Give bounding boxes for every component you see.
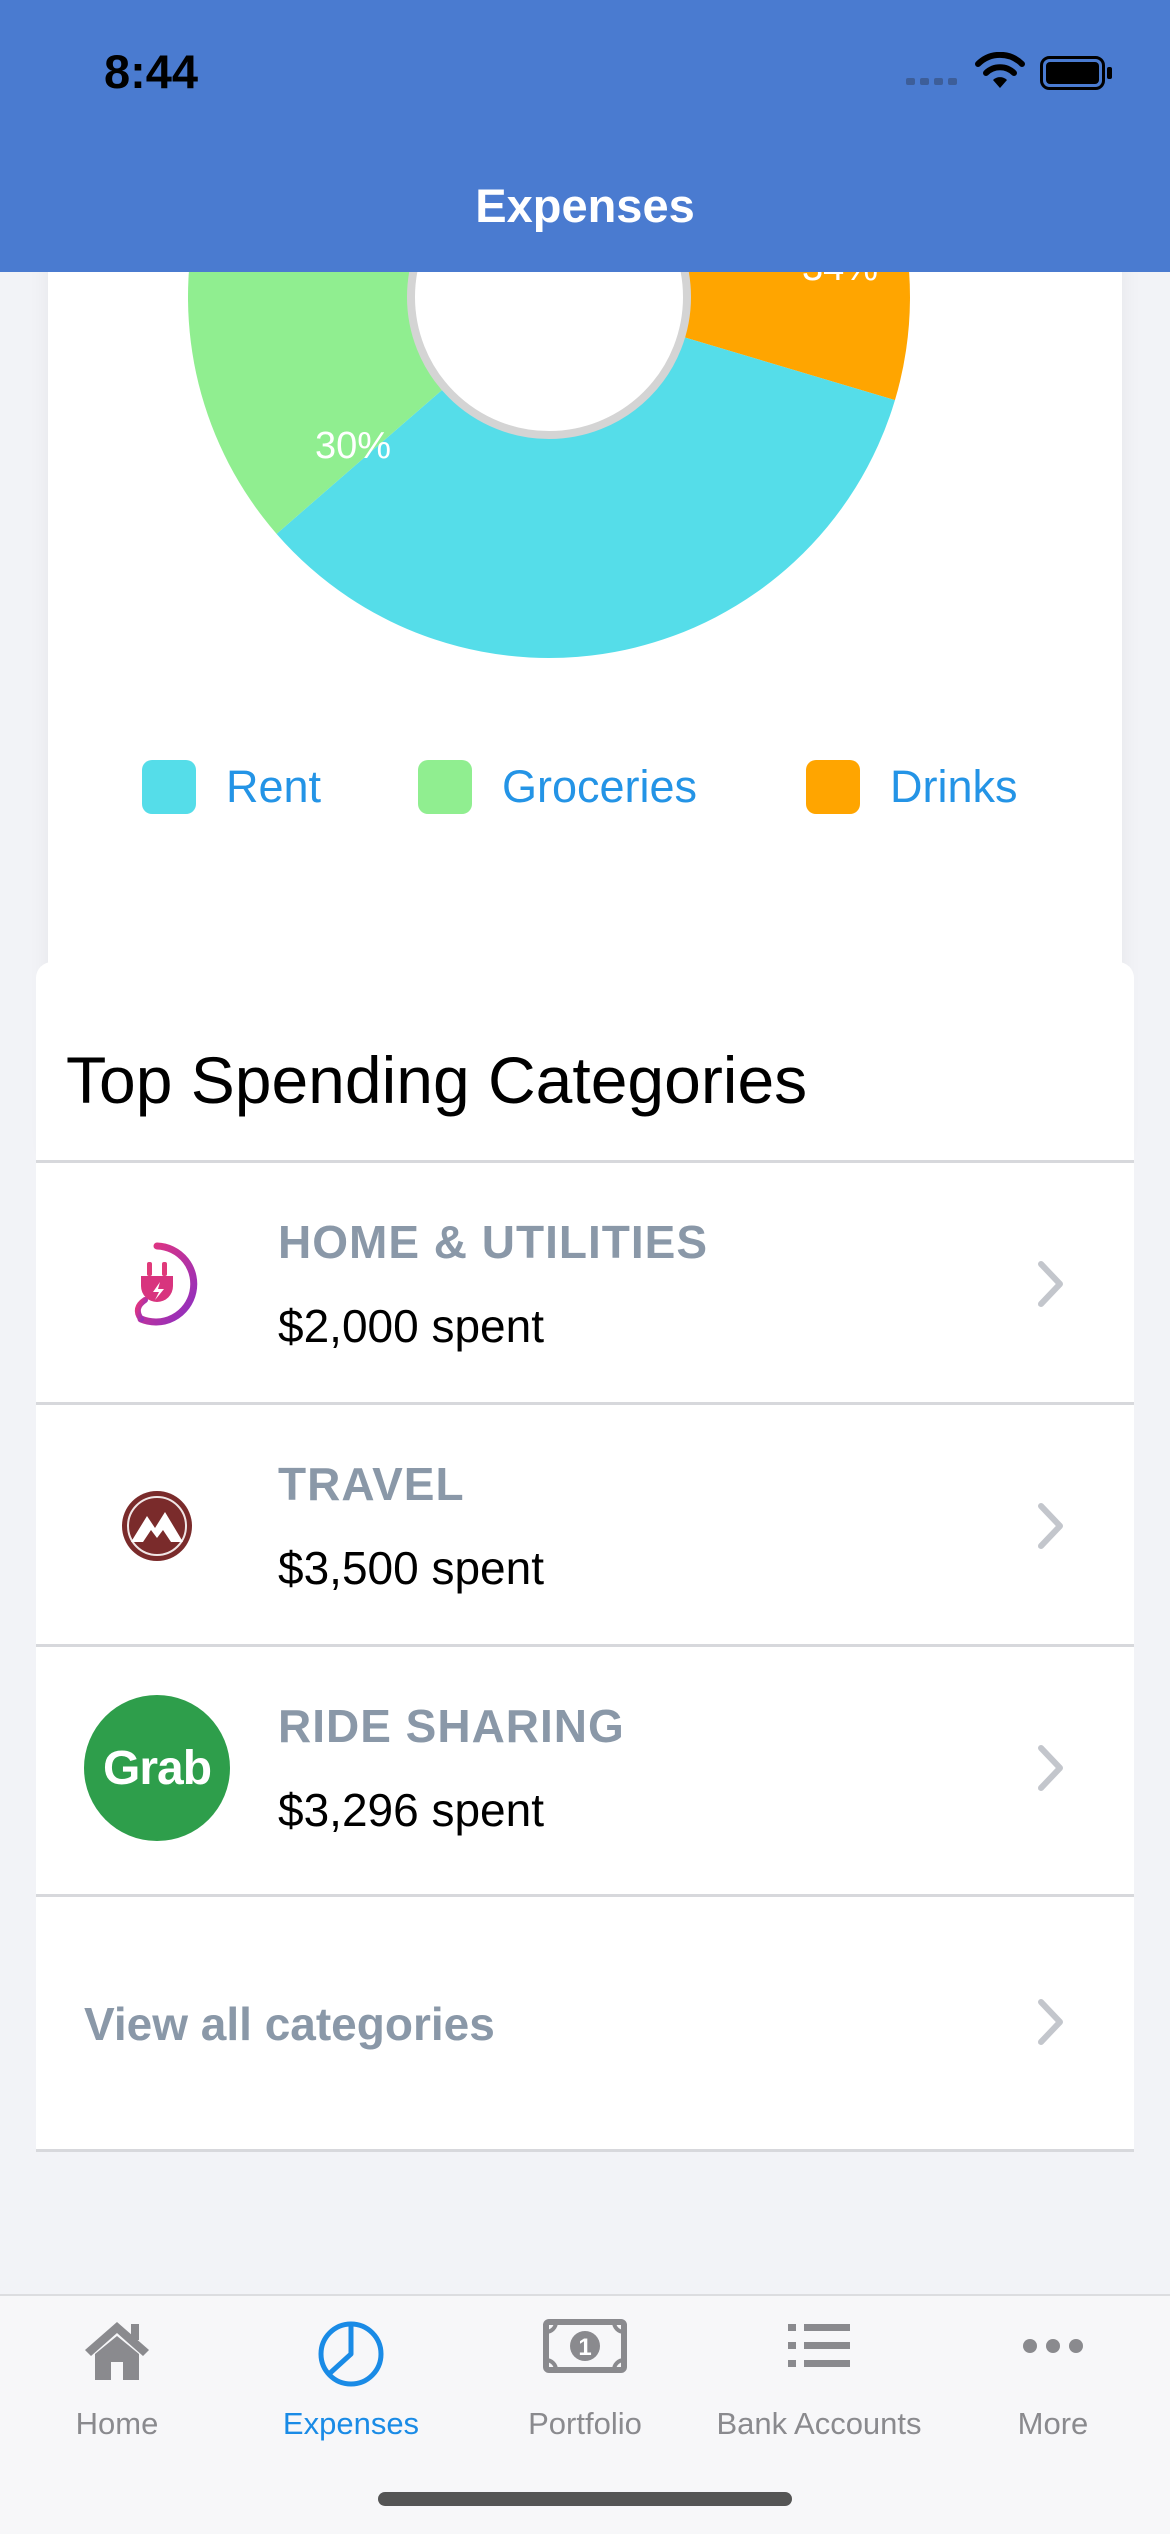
grab-logo: Grab: [84, 1695, 230, 1841]
navigation-header: 8:44 Expenses: [0, 0, 1170, 272]
scroll-content[interactable]: 30% 34% Rent Groceries Drinks Top Spendi…: [0, 272, 1170, 2294]
home-indicator: [378, 2492, 792, 2506]
donut-chart: 30% 34%: [188, 272, 910, 658]
tab-expenses[interactable]: Expenses: [234, 2296, 468, 2456]
grab-logo-text: Grab: [102, 1741, 212, 1795]
chevron-right-icon: [1038, 1999, 1063, 2045]
slice-label-rent: 34%: [802, 272, 878, 289]
legend-swatch-rent: [142, 760, 196, 814]
chevron-right-icon: [1038, 1261, 1063, 1307]
cellular-signal-icon: [906, 78, 957, 85]
category-row-travel[interactable]: TRAVEL $3,500 spent: [36, 1402, 1134, 1647]
tab-label: More: [1017, 2406, 1089, 2441]
top-spending-card: Top Spending Categories HOME & UTILITIES…: [36, 962, 1134, 2152]
category-name: TRAVEL: [278, 1458, 465, 1510]
legend-item-groceries[interactable]: Groceries: [418, 760, 697, 814]
plug-icon: [84, 1211, 230, 1357]
slice-label-groceries: 30%: [315, 425, 391, 467]
tab-more[interactable]: More: [936, 2296, 1170, 2456]
legend-label: Rent: [226, 761, 322, 812]
tab-home[interactable]: Home: [0, 2296, 234, 2456]
legend-label: Drinks: [890, 761, 1018, 812]
battery-icon: [1040, 56, 1112, 90]
section-title: Top Spending Categories: [66, 1043, 808, 1117]
category-amount: $3,500 spent: [278, 1542, 545, 1594]
category-name: HOME & UTILITIES: [278, 1216, 708, 1268]
legend-item-rent[interactable]: Rent: [142, 760, 321, 814]
tab-label: Expenses: [282, 2406, 420, 2441]
legend-swatch-groceries: [418, 760, 472, 814]
page-title: Expenses: [475, 179, 695, 232]
view-all-categories-button[interactable]: View all categories: [36, 1894, 1134, 2152]
chevron-right-icon: [1038, 1745, 1063, 1791]
category-name: RIDE SHARING: [278, 1700, 625, 1752]
tab-label: Home: [75, 2406, 159, 2441]
tab-bank-accounts[interactable]: Bank Accounts: [702, 2296, 936, 2456]
mountain-icon: [84, 1453, 230, 1599]
category-amount: $2,000 spent: [278, 1300, 545, 1352]
legend-label: Groceries: [502, 761, 698, 812]
chevron-right-icon: [1038, 1503, 1063, 1549]
category-row-ride-sharing[interactable]: Grab RIDE SHARING $3,296 spent: [36, 1644, 1134, 1889]
pie-chart-icon: [234, 2316, 468, 2388]
view-all-label: View all categories: [84, 1998, 495, 2050]
tab-label: Bank Accounts: [716, 2406, 922, 2441]
category-amount: $3,296 spent: [278, 1784, 545, 1836]
legend-swatch-drinks: [806, 760, 860, 814]
list-icon: [702, 2316, 936, 2376]
tab-label: Portfolio: [528, 2406, 642, 2441]
banknote-icon: 1: [468, 2316, 702, 2376]
legend-item-drinks[interactable]: Drinks: [806, 760, 1018, 814]
more-icon: [936, 2316, 1170, 2376]
svg-text:1: 1: [578, 2334, 591, 2361]
tab-portfolio[interactable]: 1 Portfolio: [468, 2296, 702, 2456]
status-time: 8:44: [104, 45, 199, 98]
category-row-home-utilities[interactable]: HOME & UTILITIES $2,000 spent: [36, 1160, 1134, 1405]
home-icon: [0, 2316, 234, 2384]
wifi-icon: [975, 52, 1025, 88]
